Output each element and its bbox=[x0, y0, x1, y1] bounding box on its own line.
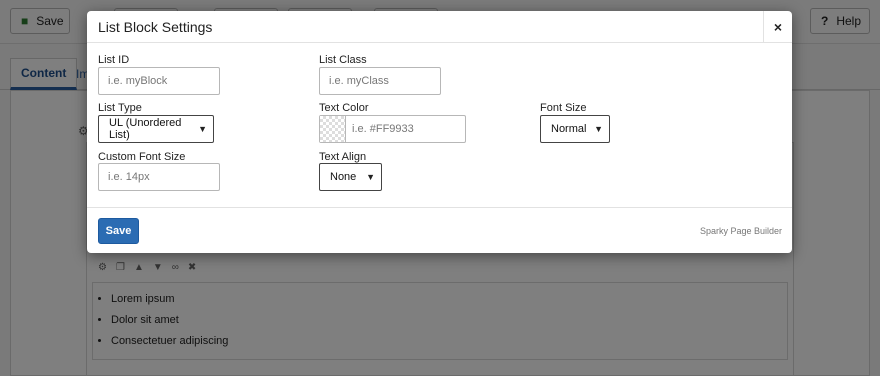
custom-font-size-input[interactable] bbox=[98, 163, 220, 191]
list-id-input[interactable] bbox=[98, 67, 220, 95]
brand-label: Sparky Page Builder bbox=[699, 226, 782, 236]
text-align-label: Text Align bbox=[319, 151, 367, 163]
color-swatch[interactable] bbox=[320, 116, 346, 142]
modal-header: List Block Settings × bbox=[87, 11, 792, 43]
text-color-label: Text Color bbox=[319, 102, 369, 114]
close-button[interactable]: × bbox=[763, 11, 792, 43]
text-color-picker bbox=[319, 115, 466, 143]
list-class-label: List Class bbox=[319, 54, 367, 66]
chevron-down-icon: ▼ bbox=[198, 124, 207, 134]
list-class-input[interactable] bbox=[319, 67, 441, 95]
font-size-label: Font Size bbox=[540, 102, 587, 114]
chevron-down-icon: ▼ bbox=[366, 172, 375, 182]
font-size-value: Normal bbox=[551, 123, 587, 135]
font-size-select[interactable]: Normal ▼ bbox=[540, 115, 610, 143]
save-button[interactable]: Save bbox=[98, 218, 139, 244]
list-id-label: List ID bbox=[98, 54, 130, 66]
list-block-settings-dialog: List Block Settings × List ID List Class… bbox=[87, 11, 792, 253]
text-color-input[interactable] bbox=[347, 116, 465, 142]
modal-footer: Save Sparky Page Builder bbox=[87, 207, 792, 253]
close-icon: × bbox=[773, 19, 783, 35]
modal-title: List Block Settings bbox=[98, 19, 213, 35]
custom-font-size-label: Custom Font Size bbox=[98, 151, 186, 163]
list-type-label: List Type bbox=[98, 102, 142, 114]
list-type-select[interactable]: UL (Unordered List) ▼ bbox=[98, 115, 214, 143]
text-align-select[interactable]: None ▼ bbox=[319, 163, 382, 191]
save-button-label: Save bbox=[105, 225, 132, 237]
text-align-value: None bbox=[330, 171, 357, 183]
chevron-down-icon: ▼ bbox=[594, 124, 603, 134]
list-type-value: UL (Unordered List) bbox=[109, 117, 182, 141]
